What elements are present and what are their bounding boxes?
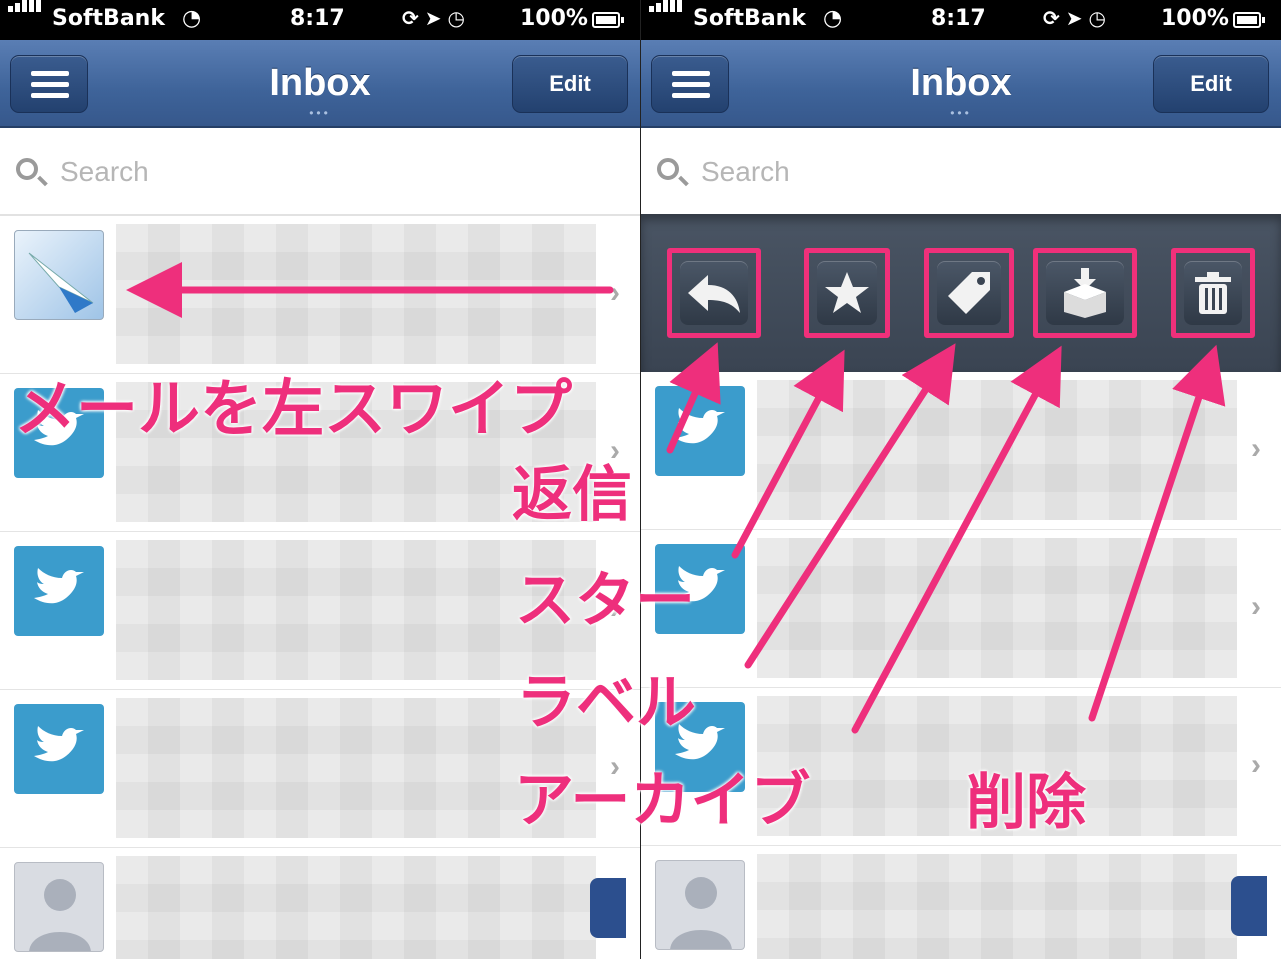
search-bar[interactable]: Search [641,130,1281,216]
annotation-label: ラベル [516,668,696,738]
wifi-icon: ◔ [182,6,202,31]
compose-button[interactable] [590,878,626,938]
edit-button[interactable]: Edit [512,55,628,113]
search-icon [657,158,679,180]
star-icon [825,272,869,313]
chevron-right-icon: › [1251,590,1261,623]
list-item[interactable] [0,848,640,959]
chevron-right-icon: › [1251,748,1261,781]
message-preview-redacted [757,538,1237,678]
reply-icon [688,275,740,313]
compose-button[interactable] [1231,876,1267,936]
avatar [14,704,104,794]
search-icon [16,158,38,180]
avatar [655,860,745,950]
battery-percent: 100% [520,6,588,31]
navigation-bar: Inbox ••• Edit [641,40,1281,128]
clock: 8:17 [290,6,345,31]
status-icons: ⟳➤◷ [1043,6,1112,30]
label-action[interactable] [924,248,1014,338]
swipe-action-tray [641,214,1281,372]
status-icons: ⟳➤◷ [402,6,471,30]
annotation-archive: アーカイブ [514,766,811,836]
twitter-bird-icon [34,568,84,604]
archive-icon [1064,268,1106,318]
status-bar: SoftBank ◔ 8:17 ⟳➤◷ 100% [641,0,1281,40]
archive-action[interactable] [1033,248,1137,338]
search-input[interactable]: Search [701,156,790,188]
carrier-name: SoftBank [693,6,806,31]
list-item[interactable] [641,846,1281,959]
annotation-swipe: メールを左スワイプ [14,372,573,445]
battery-icon [592,12,624,28]
star-action[interactable] [804,248,890,338]
message-list: › › › [641,372,1281,959]
message-preview-redacted [757,380,1237,520]
trash-icon [1195,272,1231,314]
list-item[interactable]: › [0,216,640,374]
message-preview-redacted [116,856,596,959]
paper-plane-icon [28,252,94,313]
reply-action[interactable] [667,248,761,338]
message-preview-redacted [116,224,596,364]
person-silhouette-icon [670,877,732,949]
avatar [14,230,104,320]
status-bar: SoftBank ◔ 8:17 ⟳➤◷ 100% [0,0,640,40]
clock: 8:17 [931,6,986,31]
navigation-bar: Inbox ••• Edit [0,40,640,128]
carrier-name: SoftBank [52,6,165,31]
twitter-bird-icon [34,726,84,762]
delete-action[interactable] [1171,248,1255,338]
wifi-icon: ◔ [823,6,843,31]
chevron-right-icon: › [610,276,620,309]
annotation-delete: 削除 [966,768,1086,838]
avatar [14,546,104,636]
message-preview-redacted [757,854,1237,959]
chevron-right-icon: › [1251,432,1261,465]
avatar [14,862,104,952]
annotation-star: スター [515,566,695,636]
list-item[interactable]: › [641,530,1281,688]
search-input[interactable]: Search [60,156,149,188]
list-item[interactable]: › [641,372,1281,530]
twitter-bird-icon [675,408,725,444]
battery-percent: 100% [1161,6,1229,31]
search-bar[interactable]: Search [0,130,640,216]
edit-button[interactable]: Edit [1153,55,1269,113]
annotation-reply: 返信 [512,460,632,530]
avatar [655,386,745,476]
person-silhouette-icon [29,879,91,951]
tag-icon [948,272,990,314]
battery-icon [1233,12,1265,28]
